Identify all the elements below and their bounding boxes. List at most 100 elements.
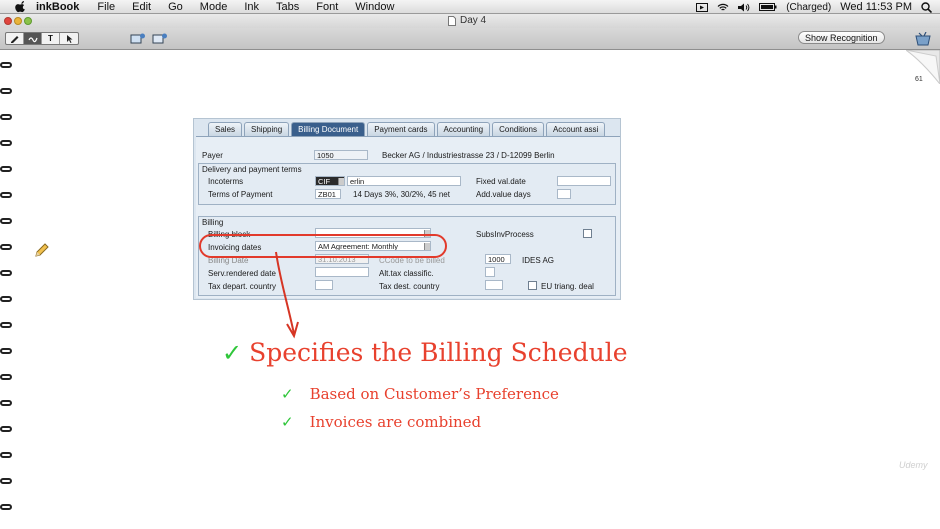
spiral-ring <box>0 62 12 68</box>
billing-title: Billing <box>202 218 224 227</box>
ccode-name: IDES AG <box>522 256 555 265</box>
note-heading: ✓ Specifies the Billing Schedule <box>222 338 628 367</box>
menu-ink[interactable]: Ink <box>244 1 259 13</box>
volume-icon[interactable] <box>738 3 750 12</box>
note-heading-text: Specifies the Billing Schedule <box>249 338 628 367</box>
menu-file[interactable]: File <box>97 1 115 13</box>
incoterms-place-field: erlin <box>347 176 461 186</box>
note-bullet: ✓ Invoices are combined <box>281 413 481 431</box>
ccode-field: 1000 <box>485 254 511 264</box>
pen-tool-button[interactable] <box>6 33 24 44</box>
invoicing-dates-highlight <box>199 234 447 258</box>
insert-text-button[interactable] <box>152 32 168 46</box>
battery-icon[interactable] <box>759 3 777 11</box>
spiral-ring <box>0 244 12 250</box>
spiral-ring <box>0 192 12 198</box>
alt-tax-classific-label: Alt.tax classific. <box>379 269 434 278</box>
tab-conditions: Conditions <box>492 122 544 136</box>
spotlight-search-icon[interactable] <box>921 1 932 13</box>
apple-icon[interactable] <box>14 0 28 13</box>
sap-tab-strip: Sales Shipping Billing Document Payment … <box>208 122 607 136</box>
spiral-ring <box>0 400 12 406</box>
tab-account-assignment: Account assi <box>545 122 606 136</box>
menu-app-name[interactable]: inkBook <box>36 1 79 13</box>
page-curl-corner[interactable] <box>906 50 940 84</box>
spiral-ring <box>0 88 12 94</box>
menu-mode[interactable]: Mode <box>200 1 228 13</box>
delivery-terms-title: Delivery and payment terms <box>202 165 302 174</box>
udemy-watermark: Udemy <box>899 460 928 470</box>
eu-triang-deal-label: EU triang. deal <box>541 282 594 291</box>
image-insert-icon <box>130 33 145 44</box>
annotation-arrow <box>275 251 299 339</box>
menu-tabs[interactable]: Tabs <box>276 1 299 13</box>
pen-icon <box>10 35 18 43</box>
spiral-ring <box>0 348 12 354</box>
tax-dest-country-field <box>485 280 503 290</box>
add-value-days-field <box>557 189 571 199</box>
pencil-icon[interactable] <box>34 242 50 258</box>
window-title-bar: Day 4 <box>0 14 940 28</box>
window-title: Day 4 <box>460 15 487 26</box>
incoterms-code-field: CIF <box>315 176 345 186</box>
zoom-window-button[interactable] <box>24 17 32 25</box>
screen-record-icon[interactable] <box>696 2 709 12</box>
ink-tool-button[interactable] <box>24 33 42 44</box>
menu-window[interactable]: Window <box>355 1 394 13</box>
incoterms-label: Incoterms <box>208 177 244 186</box>
sap-form: Payer 1050 Becker AG / Industriestrasse … <box>196 136 620 298</box>
select-tool-button[interactable] <box>60 33 78 44</box>
minimize-window-button[interactable] <box>14 17 22 25</box>
tab-payment-cards: Payment cards <box>367 122 435 136</box>
terms-of-payment-text: 14 Days 3%, 30/2%, 45 net <box>353 190 450 199</box>
text-insert-icon <box>152 33 167 44</box>
text-icon: T <box>48 34 53 43</box>
close-window-button[interactable] <box>4 17 12 25</box>
checkmark-icon: ✓ <box>222 338 243 367</box>
tab-shipping: Shipping <box>244 122 290 136</box>
terms-of-payment-field: ZB01 <box>315 189 341 199</box>
menu-clock[interactable]: Wed 11:53 PM <box>840 1 912 13</box>
payer-label: Payer <box>202 151 223 160</box>
spiral-ring <box>0 140 12 146</box>
status-area: (Charged) Wed 11:53 PM <box>696 0 932 14</box>
delivery-terms-group: Delivery and payment terms Incoterms CIF… <box>198 163 616 205</box>
subs-inv-process-label: SubsInvProcess <box>476 230 534 239</box>
tax-depart-country-label: Tax depart. country <box>208 282 277 291</box>
eu-triang-deal-checkbox <box>528 281 537 290</box>
show-recognition-button[interactable]: Show Recognition <box>798 31 885 44</box>
menu-font[interactable]: Font <box>316 1 338 13</box>
trash-basket-icon[interactable] <box>914 32 932 46</box>
spiral-ring <box>0 114 12 120</box>
tax-depart-country-field <box>315 280 333 290</box>
insert-image-button[interactable] <box>130 32 146 46</box>
sap-screenshot: Sales Shipping Billing Document Payment … <box>193 118 621 300</box>
terms-of-payment-label: Terms of Payment <box>208 190 273 199</box>
fixed-val-date-field <box>557 176 611 186</box>
menu-bar: inkBook File Edit Go Mode Ink Tabs Font … <box>0 0 940 14</box>
spiral-ring <box>0 478 12 484</box>
battery-status: (Charged) <box>786 1 832 13</box>
serv-rendered-date-label: Serv.rendered date <box>208 269 276 278</box>
fixed-val-date-label: Fixed val.date <box>476 177 526 186</box>
subs-inv-process-checkbox <box>583 229 592 238</box>
spiral-ring <box>0 374 12 380</box>
tab-sales: Sales <box>208 122 243 136</box>
checkmark-icon: ✓ <box>281 413 294 431</box>
menu-go[interactable]: Go <box>168 1 183 13</box>
note-bullet: ✓ Based on Customer’s Preference <box>281 385 559 403</box>
spiral-ring <box>0 322 12 328</box>
menu-edit[interactable]: Edit <box>132 1 151 13</box>
text-tool-button[interactable]: T <box>42 33 60 44</box>
spiral-ring <box>0 270 12 276</box>
spiral-ring <box>0 166 12 172</box>
spiral-ring <box>0 218 12 224</box>
alt-tax-classific-field <box>485 267 495 277</box>
document-icon <box>448 15 456 26</box>
scribble-icon <box>27 36 38 42</box>
wifi-icon[interactable] <box>717 3 729 12</box>
add-value-days-label: Add.value days <box>476 190 531 199</box>
note-bullet-text: Based on Customer’s Preference <box>309 385 559 403</box>
spiral-ring <box>0 296 12 302</box>
input-mode-group: T <box>5 32 79 45</box>
